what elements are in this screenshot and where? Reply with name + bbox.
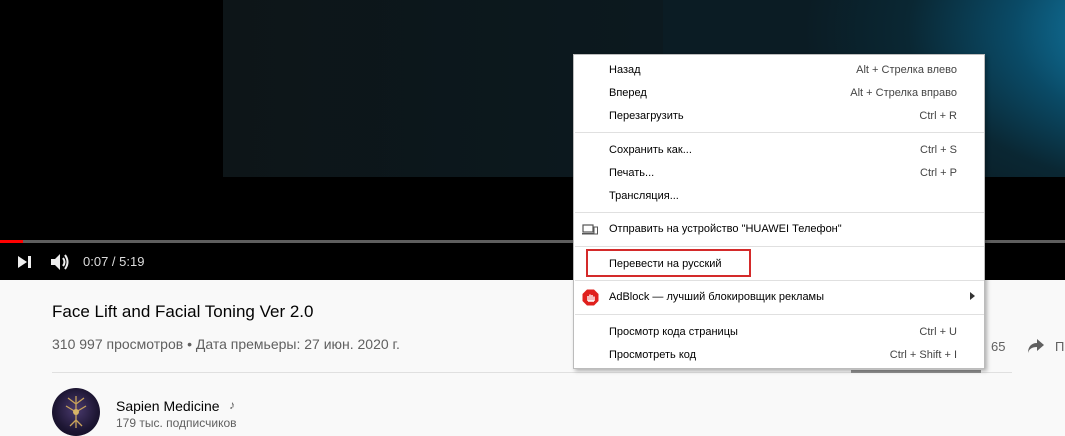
video-title: Face Lift and Facial Toning Ver 2.0 — [52, 302, 314, 321]
menu-item-label: Сохранить как... — [609, 144, 692, 156]
menu-item-label: Просмотр кода страницы — [609, 326, 738, 338]
menu-item-save-as[interactable]: Сохранить как... Ctrl + S — [574, 139, 984, 162]
menu-item-label: Назад — [609, 64, 641, 76]
menu-item-shortcut: Ctrl + P — [920, 167, 957, 179]
channel-name[interactable]: Sapien Medicine — [116, 398, 220, 414]
device-icon — [582, 224, 598, 239]
time-display: 0:07 / 5:19 — [83, 254, 145, 269]
menu-item-shortcut: Ctrl + Shift + I — [889, 349, 957, 361]
menu-item-label: Отправить на устройство "HUAWEI Телефон" — [609, 223, 842, 235]
submenu-arrow-icon — [970, 292, 975, 300]
music-note-icon: ♪ — [229, 398, 235, 412]
menu-item-label: Вперед — [609, 87, 647, 99]
scrollbar-thumb[interactable] — [851, 370, 981, 373]
menu-separator — [575, 314, 984, 315]
skip-next-icon[interactable] — [17, 255, 33, 274]
video-meta: 310 997 просмотров • Дата премьеры: 27 и… — [52, 336, 400, 352]
channel-avatar[interactable] — [52, 388, 100, 436]
menu-item-label: Перезагрузить — [609, 110, 684, 122]
menu-separator — [575, 280, 984, 281]
subscriber-count: 179 тыс. подписчиков — [116, 416, 237, 430]
menu-separator — [575, 246, 984, 247]
menu-item-shortcut: Ctrl + R — [919, 110, 957, 122]
menu-item-label: Трансляция... — [609, 190, 679, 202]
menu-item-shortcut: Ctrl + U — [919, 326, 957, 338]
adblock-icon — [582, 289, 599, 306]
highlight-box — [586, 249, 751, 277]
menu-separator — [575, 212, 984, 213]
menu-item-print[interactable]: Печать... Ctrl + P — [574, 162, 984, 185]
share-icon[interactable] — [1027, 338, 1045, 359]
menu-item-back[interactable]: Назад Alt + Стрелка влево — [574, 59, 984, 82]
context-menu: Назад Alt + Стрелка влево Вперед Alt + С… — [573, 54, 985, 369]
menu-item-shortcut: Alt + Стрелка вправо — [850, 87, 957, 99]
menu-item-shortcut: Ctrl + S — [920, 144, 957, 156]
menu-item-reload[interactable]: Перезагрузить Ctrl + R — [574, 105, 984, 128]
menu-separator — [575, 132, 984, 133]
menu-item-inspect[interactable]: Просмотреть код Ctrl + Shift + I — [574, 344, 984, 367]
like-count[interactable]: 65 — [991, 339, 1005, 354]
menu-item-view-source[interactable]: Просмотр кода страницы Ctrl + U — [574, 321, 984, 344]
menu-item-send-to-device[interactable]: Отправить на устройство "HUAWEI Телефон" — [574, 218, 984, 241]
menu-item-label: Печать... — [609, 167, 655, 179]
menu-item-cast[interactable]: Трансляция... — [574, 185, 984, 208]
menu-item-forward[interactable]: Вперед Alt + Стрелка вправо — [574, 82, 984, 105]
volume-icon[interactable] — [50, 253, 70, 276]
menu-item-shortcut: Alt + Стрелка влево — [856, 64, 957, 76]
menu-item-label: Просмотреть код — [609, 349, 697, 361]
progress-played — [0, 240, 24, 243]
menu-item-adblock[interactable]: AdBlock — лучший блокировщик рекламы — [574, 286, 984, 309]
share-label[interactable]: П — [1055, 339, 1064, 354]
menu-item-label: AdBlock — лучший блокировщик рекламы — [609, 291, 825, 303]
player-controls: 0:07 / 5:19 — [0, 250, 600, 274]
